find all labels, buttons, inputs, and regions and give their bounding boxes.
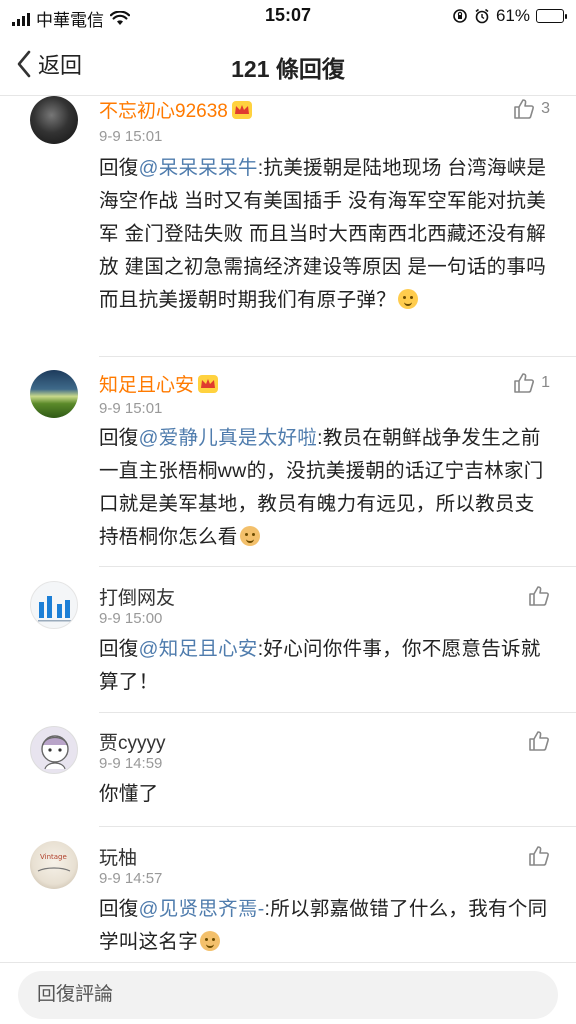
thumb-up-icon [529,731,549,751]
thumb-up-icon [514,99,535,119]
like-button[interactable] [528,585,550,607]
svg-text:Vintage: Vintage [40,853,67,861]
comment-item: 打倒网友 9-9 15:00 回復@知足且心安:好心问你件事，你不愿意告诉就算了… [0,581,576,711]
username[interactable]: 贾cyyyy [99,728,166,755]
comment-text: 回復@爱静儿真是太好啦:教员在朝鲜战争发生之前一直主张梧桐ww的，没抗美援朝的话… [99,427,544,548]
like-button[interactable]: 1 [513,372,550,394]
timestamp: 9-9 14:57 [99,870,163,887]
timestamp: 9-9 15:00 [99,610,163,627]
battery-percent: 61% [495,6,530,25]
divider [99,566,576,567]
cartoon-avatar-icon [41,735,69,770]
crown-badge-icon [231,100,252,119]
bar-chart-avatar-icon [38,596,72,622]
thumb-up-icon [529,586,549,606]
comment-list[interactable]: 不忘初心92638 3 9-9 15:01 回復@呆呆呆呆牛:抗美援朝是陆地现场… [0,96,576,960]
comment-text: 回復@见贤思齐焉-:所以郭嘉做错了什么，我有个同学叫这名字 [99,898,548,953]
timestamp: 9-9 15:01 [99,400,163,417]
divider [99,712,576,713]
comment-text: 你懂了 [99,783,159,805]
username[interactable]: 打倒网友 [99,583,175,610]
comment-item: Vintage 玩柚 9-9 14:57 回復@见贤思齐焉-:所以郭嘉做错了什么… [0,841,576,960]
status-bar: 中華電信 15:07 61% [0,0,576,34]
thumb-up-icon [529,846,549,866]
mention-link[interactable]: @呆呆呆呆牛 [139,157,258,179]
like-count: 1 [541,374,550,391]
timestamp: 9-9 15:01 [99,128,163,145]
dog-emoji-icon [200,931,221,951]
like-button[interactable] [528,730,550,752]
comment-item: 知足且心安 1 9-9 15:01 回復@爱静儿真是太好啦:教员在朝鲜战争发生之… [0,370,576,566]
mention-link[interactable]: @见贤思齐焉- [139,898,265,920]
username[interactable]: 玩柚 [99,843,137,870]
like-button[interactable] [528,845,550,867]
avatar[interactable]: Vintage [30,841,78,889]
like-button[interactable]: 3 [513,98,550,120]
timestamp: 9-9 14:59 [99,755,163,772]
crown-badge-icon [198,374,219,393]
comment-text: 回復@呆呆呆呆牛:抗美援朝是陆地现场 台湾海峡是海空作战 当时又有美国插手 没有… [99,157,547,311]
smile-emoji-icon [398,289,419,309]
battery-icon [536,9,567,23]
avatar[interactable] [30,581,78,629]
mention-link[interactable]: @爱静儿真是太好啦 [139,427,318,449]
comment-text: 回復@知足且心安:好心问你件事，你不愿意告诉就算了！ [99,638,541,693]
alarm-icon [475,8,489,24]
thumb-up-icon [514,373,535,393]
nav-bar: 返回 121 條回復 [0,34,576,96]
username[interactable]: 不忘初心92638 [99,96,252,123]
comment-item: 不忘初心92638 3 9-9 15:01 回復@呆呆呆呆牛:抗美援朝是陆地现场… [0,96,576,361]
avatar[interactable] [30,96,78,144]
like-count: 3 [541,100,550,117]
divider [99,356,576,357]
shirt-photo-avatar-icon: Vintage [37,853,71,872]
divider [99,826,576,827]
page-title: 121 條回復 [231,56,345,82]
mention-link[interactable]: @知足且心安 [139,638,258,660]
avatar[interactable] [30,726,78,774]
reply-bar: 回復評論 [0,962,576,1024]
comment-item: 贾cyyyy 9-9 14:59 你懂了 [0,726,576,826]
reply-input[interactable]: 回復評論 [18,971,558,1019]
avatar[interactable] [30,370,78,418]
lock-rotation-icon [453,9,467,23]
dog-emoji-icon [239,526,260,546]
username[interactable]: 知足且心安 [99,370,219,397]
